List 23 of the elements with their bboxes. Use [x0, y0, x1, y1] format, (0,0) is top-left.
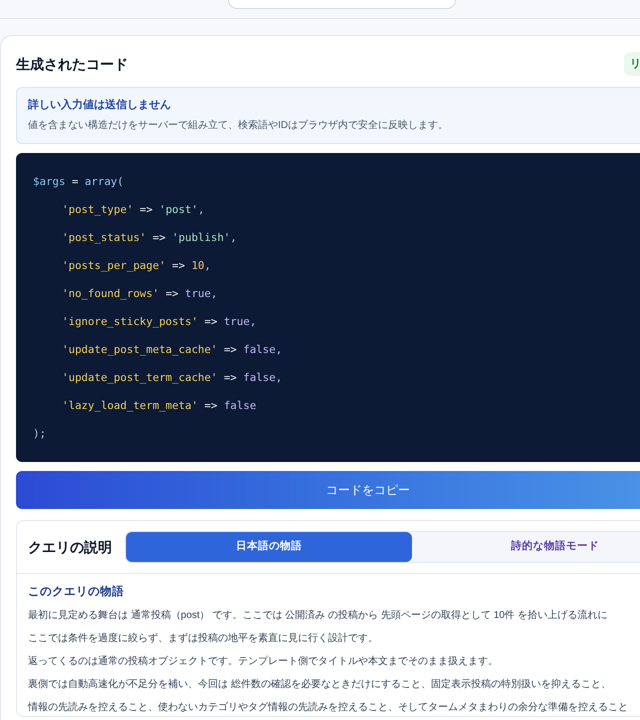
story-paragraph: 裏側では自動高速化が不足分を補い、今回は 総件数の確認を必要なときだけにすること、固定表示投稿の特別扱いを抑えること、 情報の先読みを控えること、使わないカテゴリやタグ情報の先読みを控えること、そしてタームメタまわりの余分な準備を控えること — [28, 678, 628, 715]
story-heading: このクエリの物語 — [28, 584, 125, 600]
notice-title: 詳しい入力値は送信しません — [28, 98, 172, 113]
story-paragraph: ここでは条件を過度に絞らず、まずは投稿の地平を素直に見に行く設計です。 — [28, 632, 378, 646]
status-badge: リ — [624, 52, 640, 76]
tab[interactable]: 日本語の物語 — [126, 532, 412, 562]
notice-text: 値を含まない構造だけをサーバーで組み立て、検索語やIDはブラウザ内で安全に反映します。 — [28, 118, 449, 133]
code-line: ); — [33, 426, 46, 442]
code-line: 'posts_per_page' => 10, — [62, 258, 211, 274]
explanation-title: クエリの説明 — [28, 538, 112, 557]
story-paragraph: 返ってくるのは通常の投稿オブジェクトです。テンプレート側でタイトルや本文までそのまま扱えます。 — [28, 654, 498, 669]
copy-button[interactable]: コードをコピー — [16, 471, 640, 509]
code-line: 'post_status' => 'publish', — [62, 230, 237, 246]
code-line: $args = array( — [33, 174, 124, 190]
code-line: 'post_type' => 'post', — [62, 202, 204, 218]
story-paragraph: 最初に見定める舞台は 通常投稿（post） です。ここでは 公開済み の投稿から 先頭ページの取得として 10件 を拾い上げる流れに — [28, 608, 608, 623]
code-line: 'ignore_sticky_posts' => true, — [62, 314, 256, 330]
code-line: 'lazy_load_term_meta' => false — [62, 398, 256, 414]
section-title: 生成されたコード — [16, 55, 128, 74]
code-line: 'no_found_rows' => true, — [62, 286, 218, 302]
code-line: 'update_post_term_cache' => false, — [62, 370, 282, 386]
toolbar-control[interactable] — [228, 0, 456, 9]
code-line: 'update_post_meta_cache' => false, — [62, 342, 282, 358]
